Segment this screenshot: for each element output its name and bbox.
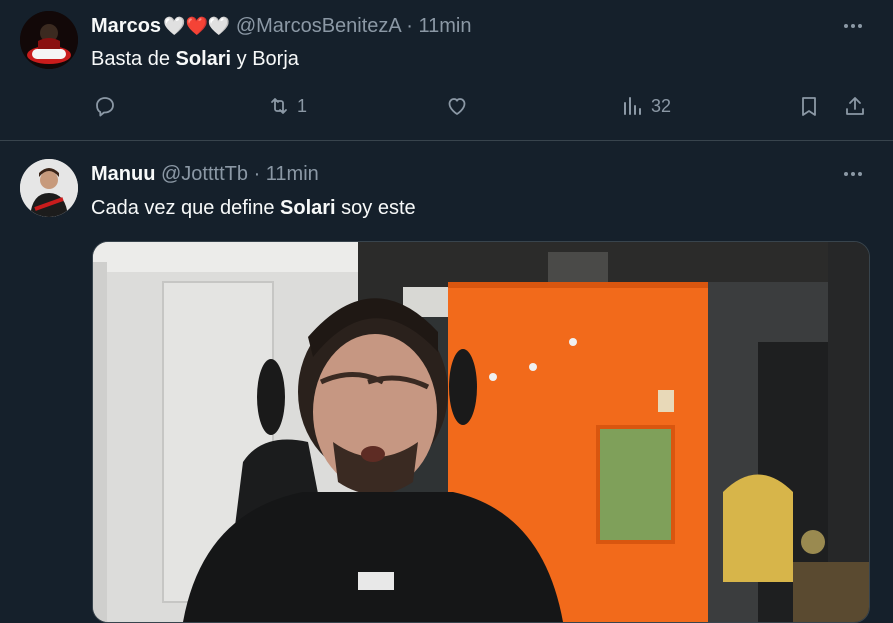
author-name[interactable]: Marcos — [91, 15, 161, 37]
tweet-text-part: Cada vez que define — [91, 197, 281, 219]
retweet-icon — [271, 98, 287, 114]
views-count: 32 — [651, 95, 672, 116]
tweet-text: Basta de Solari y Borja — [91, 46, 299, 72]
separator-dot: · — [406, 15, 413, 37]
separator-dot: · — [253, 163, 261, 185]
share-icon — [846, 97, 864, 115]
tweet-actions: 1 32 — [0, 94, 893, 122]
avatar-image — [20, 11, 78, 69]
tweet-text-highlight: Solari — [175, 48, 232, 70]
tweet-text-part: soy este — [335, 197, 416, 219]
tweet-timestamp[interactable]: 11min — [266, 163, 319, 185]
bookmark-icon — [802, 97, 816, 116]
tweet-header: Marcos 🤍❤️🤍 @MarcosBenitezA · 11min — [91, 14, 471, 38]
more-icon[interactable] — [841, 162, 865, 186]
share-button[interactable] — [843, 94, 867, 118]
tweet-timestamp[interactable]: 11min — [418, 15, 471, 37]
retweet-count: 1 — [297, 95, 308, 116]
tweet[interactable]: Manuu @JottttTb · 11min Cada vez que def… — [0, 141, 893, 623]
avatar-image — [20, 159, 78, 217]
bookmark-button[interactable] — [797, 94, 821, 118]
tweet-media-video[interactable] — [92, 241, 870, 623]
author-handle[interactable]: @JottttTb — [161, 163, 248, 185]
name-emojis: 🤍❤️🤍 — [163, 16, 231, 36]
retweet-button[interactable]: 1 — [267, 94, 307, 118]
author-name[interactable]: Manuu — [91, 163, 155, 185]
author-handle[interactable]: @MarcosBenitezA — [236, 15, 401, 37]
tweet-text: Cada vez que define Solari soy este — [91, 195, 416, 221]
reply-button[interactable] — [93, 94, 123, 118]
avatar[interactable] — [20, 159, 78, 217]
tweet-text-part: Basta de — [91, 48, 176, 70]
tweet[interactable]: Marcos 🤍❤️🤍 @MarcosBenitezA · 11min Basta… — [0, 0, 893, 141]
tweet-text-highlight: Solari — [280, 197, 336, 219]
video-frame-image — [93, 242, 869, 622]
tweet-text-part: y Borja — [231, 48, 299, 70]
tweet-header: Manuu @JottttTb · 11min — [91, 162, 319, 186]
like-button[interactable] — [445, 94, 475, 118]
avatar[interactable] — [20, 11, 78, 69]
reply-icon — [96, 97, 114, 117]
views-icon — [624, 97, 641, 115]
heart-icon — [448, 98, 466, 115]
more-icon[interactable] — [841, 14, 865, 38]
views-button[interactable]: 32 — [621, 94, 671, 118]
